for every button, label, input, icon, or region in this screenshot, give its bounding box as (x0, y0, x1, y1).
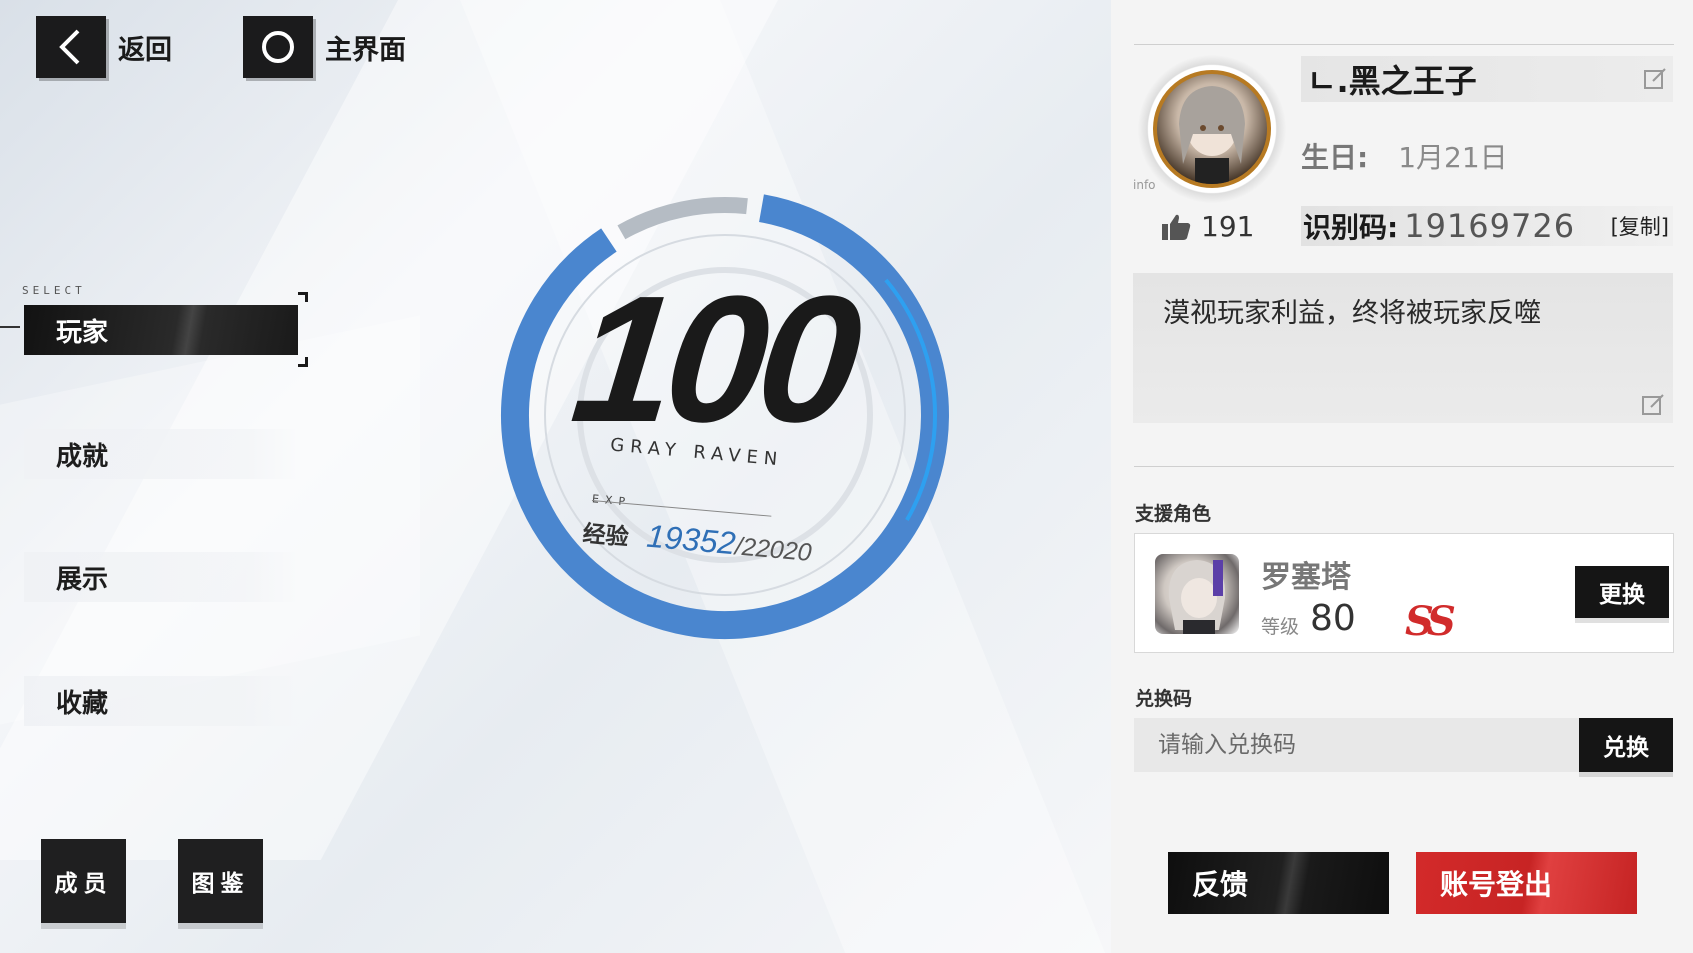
support-level-value: 80 (1310, 598, 1356, 639)
uid-label: 识别码: (1303, 211, 1399, 244)
exp-current: 19352 (645, 517, 738, 562)
back-label: 返回 (118, 34, 172, 66)
logout-button[interactable]: 账号登出 (1416, 852, 1637, 914)
select-tag: SELECT (22, 284, 86, 297)
uid-value: 19169726 (1404, 207, 1576, 245)
right-pane: info ㄴ.黑之王子 生日: 1月21日 191 识别码: 19169726 … (1111, 0, 1693, 953)
support-section-title: 支援角色 (1135, 503, 1212, 525)
chevron-left-icon (59, 29, 80, 65)
exp-label: 经验 (581, 521, 630, 551)
like-count: 191 (1201, 210, 1255, 243)
select-bracket-bottom (298, 357, 308, 367)
sidebar-item-label: 玩家 (56, 317, 109, 348)
change-support-button[interactable]: 更换 (1575, 566, 1669, 618)
support-character-portrait (1155, 554, 1239, 634)
edit-signature-icon[interactable] (1641, 393, 1665, 417)
support-level-label: 等级 (1261, 616, 1300, 638)
avatar-portrait-icon (1179, 86, 1245, 184)
select-indicator-line (0, 326, 20, 328)
info-tag: info (1133, 178, 1156, 192)
sidebar-item-label: 收藏 (56, 688, 109, 719)
feedback-button[interactable]: 反馈 (1168, 852, 1389, 914)
back-button[interactable]: 返回 (36, 16, 172, 78)
birthday-label: 生日: (1301, 141, 1369, 174)
left-pane: 返回 主界面 SELECT 玩家 成就 展示 收藏 成员 图鉴 100 GRAY… (0, 0, 1111, 953)
player-level: 100 (564, 259, 862, 460)
sidebar-item-label: 展示 (56, 564, 109, 595)
select-bracket-top (298, 292, 308, 302)
character-portrait-icon (1168, 560, 1226, 634)
gauge-track (617, 197, 748, 240)
sidebar-item-player[interactable]: 玩家 (24, 305, 298, 355)
birthday-row: 生日: 1月21日 (1301, 136, 1508, 176)
sidebar-item-showcase[interactable]: 展示 (24, 552, 299, 602)
edit-name-icon[interactable] (1643, 67, 1667, 91)
player-name: ㄴ.黑之王子 (1307, 62, 1477, 100)
redeem-section-title: 兑换码 (1135, 688, 1193, 710)
divider (1134, 466, 1674, 467)
copy-uid-button[interactable]: [复制] (1611, 211, 1669, 241)
exp-max: 22020 (740, 532, 813, 567)
members-button[interactable]: 成员 (41, 839, 126, 923)
signature-box[interactable]: 漠视玩家利益，终将被玩家反噬 (1133, 273, 1673, 423)
support-rank-badge: SS (1405, 598, 1456, 645)
circle-home-icon (262, 31, 294, 63)
codex-button[interactable]: 图鉴 (178, 839, 263, 923)
home-icon-box[interactable] (243, 16, 313, 78)
redeem-code-input[interactable] (1134, 718, 1580, 772)
thumbs-up-icon[interactable] (1161, 213, 1191, 241)
avatar[interactable] (1153, 70, 1271, 188)
support-character-name: 罗塞塔 (1261, 560, 1351, 595)
avatar-frame[interactable] (1137, 54, 1287, 204)
back-icon-box[interactable] (36, 16, 106, 78)
redeem-button[interactable]: 兑换 (1579, 718, 1673, 772)
sidebar-item-label: 成就 (56, 441, 109, 472)
like-row[interactable]: 191 (1161, 210, 1254, 243)
home-label: 主界面 (325, 34, 406, 66)
support-character-card[interactable]: 罗塞塔 等级 80 SS 更换 (1134, 533, 1674, 653)
uid-bar: 识别码: 19169726 [复制] (1301, 206, 1673, 246)
signature-text: 漠视玩家利益，终将被玩家反噬 (1163, 298, 1541, 329)
home-button[interactable]: 主界面 (243, 16, 406, 78)
divider (1134, 44, 1674, 45)
birthday-value: 1月21日 (1398, 141, 1508, 174)
sidebar-item-achievements[interactable]: 成就 (24, 429, 299, 479)
name-bar: ㄴ.黑之王子 (1301, 56, 1673, 102)
sidebar-item-collection[interactable]: 收藏 (24, 676, 299, 726)
